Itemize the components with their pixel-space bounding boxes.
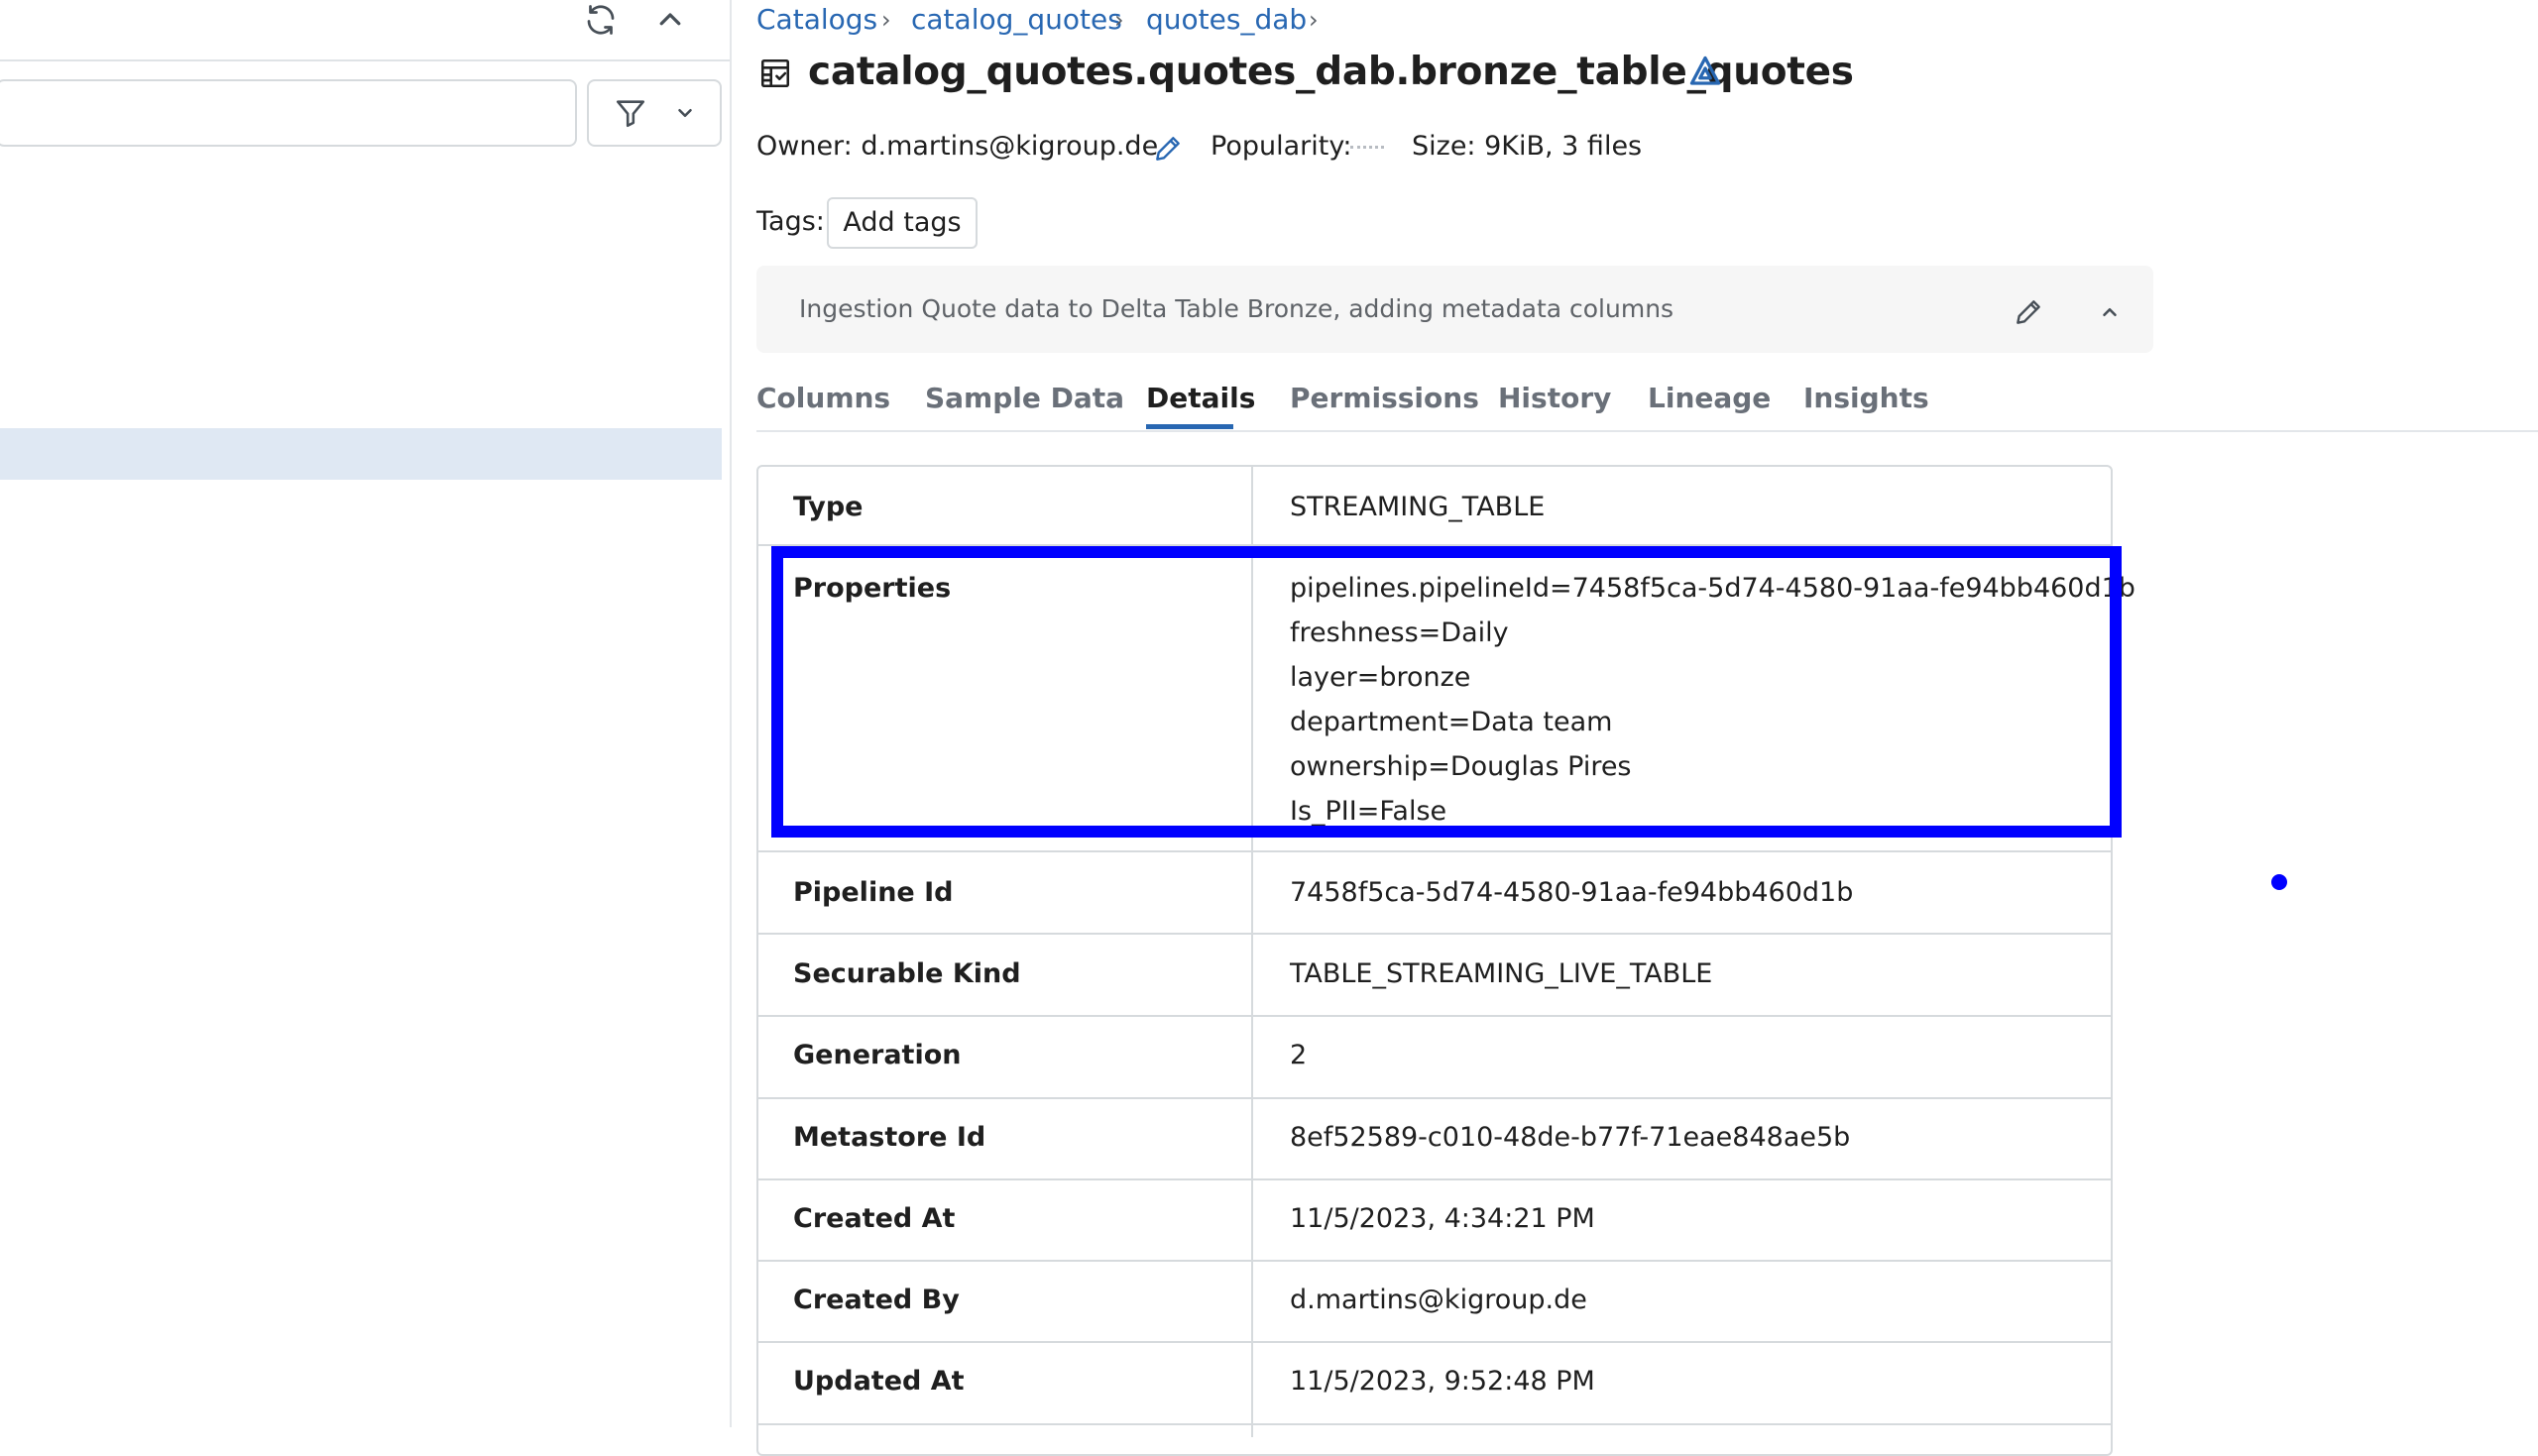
row-divider <box>757 1341 2112 1343</box>
tab-permissions[interactable]: Permissions <box>1290 377 1479 420</box>
chevron-down-icon <box>670 97 700 129</box>
detail-value-type: STREAMING_TABLE <box>1290 492 1546 522</box>
tab-details[interactable]: Details <box>1146 377 1255 420</box>
collapse-icon[interactable] <box>650 0 690 40</box>
row-divider <box>757 1015 2112 1017</box>
row-divider <box>757 1423 2112 1425</box>
detail-label-securable-kind: Securable Kind <box>793 958 1021 989</box>
tab-sample-data[interactable]: Sample Data <box>925 377 1124 420</box>
detail-value-created-by: d.martins@kigroup.de <box>1290 1285 1587 1315</box>
popularity-indicator <box>1350 146 1384 149</box>
detail-value-securable-kind: TABLE_STREAMING_LIVE_TABLE <box>1290 958 1713 989</box>
active-tab-indicator <box>1146 424 1233 429</box>
row-divider <box>757 1260 2112 1262</box>
properties-highlight-box <box>771 546 2122 838</box>
breadcrumb-separator: › <box>1309 6 1319 34</box>
breadcrumb-separator: › <box>1114 6 1124 34</box>
detail-value-metastore-id: 8ef52589-c010-48de-b77f-71eae848ae5b <box>1290 1122 1851 1153</box>
table-icon <box>757 56 793 91</box>
breadcrumb-separator: › <box>881 6 891 34</box>
row-divider <box>757 1097 2112 1099</box>
breadcrumb-quotes-dab[interactable]: quotes_dab <box>1146 0 1307 40</box>
left-panel <box>0 0 732 1427</box>
description-text: Ingestion Quote data to Delta Table Bron… <box>799 294 1674 323</box>
detail-label-metastore-id: Metastore Id <box>793 1122 986 1153</box>
detail-label-created-at: Created At <box>793 1203 956 1234</box>
owner-text: Owner: d.martins@kigroup.de <box>756 131 1159 162</box>
breadcrumb-catalog-quotes[interactable]: catalog_quotes <box>911 0 1122 40</box>
detail-value-generation: 2 <box>1290 1040 1308 1070</box>
detail-value-created-at: 11/5/2023, 4:34:21 PM <box>1290 1203 1595 1234</box>
tab-history[interactable]: History <box>1498 377 1611 420</box>
selected-tree-item[interactable] <box>0 428 722 480</box>
tab-insights[interactable]: Insights <box>1803 377 1929 420</box>
detail-value-updated-at: 11/5/2023, 9:52:48 PM <box>1290 1366 1595 1397</box>
collapse-description-icon[interactable] <box>2094 296 2126 328</box>
add-tags-button[interactable]: Add tags <box>827 197 978 249</box>
detail-value-pipeline-id: 7458f5ca-5d74-4580-91aa-fe94bb460d1b <box>1290 877 1854 908</box>
tabs-divider <box>756 430 2538 432</box>
detail-label-updated-at: Updated At <box>793 1366 965 1397</box>
search-input[interactable] <box>0 79 577 147</box>
row-divider <box>757 933 2112 935</box>
row-divider <box>757 1178 2112 1180</box>
breadcrumb-catalogs[interactable]: Catalogs <box>756 0 877 40</box>
filter-icon <box>611 93 650 133</box>
detail-label-pipeline-id: Pipeline Id <box>793 877 954 908</box>
popularity-label: Popularity: <box>1211 131 1352 162</box>
detail-label-generation: Generation <box>793 1040 962 1070</box>
edit-owner-icon[interactable] <box>1150 131 1186 167</box>
delta-icon <box>1685 52 1725 91</box>
detail-label-created-by: Created By <box>793 1285 960 1315</box>
edit-description-icon[interactable] <box>2009 292 2048 332</box>
detail-label-type: Type <box>793 492 864 522</box>
refresh-icon[interactable] <box>579 0 623 40</box>
tags-label: Tags: <box>756 206 825 237</box>
tab-columns[interactable]: Columns <box>756 377 890 420</box>
row-divider <box>757 850 2112 852</box>
cursor-marker-dot <box>2271 874 2287 890</box>
tab-lineage[interactable]: Lineage <box>1648 377 1771 420</box>
size-text: Size: 9KiB, 3 files <box>1412 131 1643 162</box>
left-divider <box>0 59 730 61</box>
filter-button[interactable] <box>587 79 722 147</box>
